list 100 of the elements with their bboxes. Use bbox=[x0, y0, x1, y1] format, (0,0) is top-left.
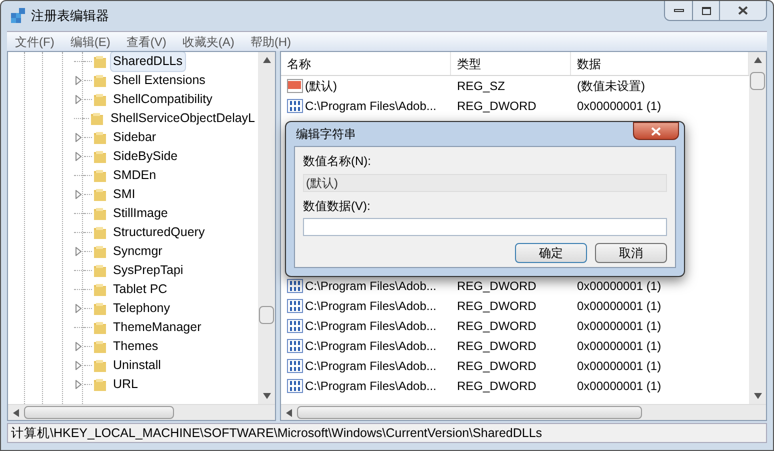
tree-item[interactable]: Syncmgr bbox=[110, 241, 166, 262]
folder-icon bbox=[92, 130, 108, 146]
column-header[interactable]: 类型 bbox=[451, 52, 571, 75]
expand-arrow-icon[interactable] bbox=[74, 76, 84, 85]
binary-value-icon bbox=[287, 298, 303, 314]
tree-item[interactable]: SharedDLLs bbox=[110, 52, 186, 72]
close-button[interactable] bbox=[633, 122, 679, 140]
expand-arrow-icon[interactable] bbox=[74, 304, 84, 313]
value-type: REG_DWORD bbox=[456, 378, 538, 395]
tree-item[interactable]: StructuredQuery bbox=[110, 222, 208, 243]
vertical-scrollbar[interactable] bbox=[749, 52, 766, 404]
value-name: C:\Program Files\Adob... bbox=[305, 278, 436, 295]
tree-item[interactable]: Tablet PC bbox=[110, 279, 170, 300]
tree-item[interactable]: URL bbox=[110, 374, 142, 395]
folder-icon bbox=[92, 338, 108, 354]
value-data: 0x00000001 (1) bbox=[576, 358, 662, 375]
expand-arrow-icon[interactable] bbox=[74, 380, 84, 389]
data-input-field[interactable] bbox=[303, 218, 667, 236]
value-data: (数值未设置) bbox=[576, 78, 645, 95]
folder-icon bbox=[92, 92, 108, 108]
value-name: C:\Program Files\Adob... bbox=[305, 378, 436, 395]
value-name: (默认) bbox=[305, 78, 337, 95]
value-data: 0x00000001 (1) bbox=[576, 378, 662, 395]
binary-value-icon bbox=[287, 378, 303, 394]
menu-item[interactable]: 文件(F) bbox=[7, 32, 62, 50]
scroll-arrow-icon[interactable] bbox=[754, 392, 762, 400]
expand-arrow-icon[interactable] bbox=[74, 133, 84, 142]
value-name: C:\Program Files\Adob... bbox=[305, 298, 436, 315]
expand-arrow-icon[interactable] bbox=[74, 361, 84, 370]
value-name: C:\Program Files\Adob... bbox=[305, 338, 436, 355]
binary-value-icon bbox=[287, 358, 303, 374]
status-path: 计算机\HKEY_LOCAL_MACHINE\SOFTWARE\Microsoft\Windows\CurrentVersion\SharedDLLs bbox=[10, 424, 542, 442]
minimize-button[interactable] bbox=[665, 1, 693, 20]
expand-arrow-icon[interactable] bbox=[74, 190, 84, 199]
tree-item[interactable]: ShellServiceObjectDelayL bbox=[107, 108, 258, 129]
scroll-arrow-icon[interactable] bbox=[754, 56, 762, 64]
column-header[interactable]: 名称 bbox=[281, 52, 451, 75]
binary-value-icon bbox=[287, 318, 303, 334]
folder-icon bbox=[92, 300, 108, 316]
vertical-scrollbar[interactable] bbox=[258, 52, 275, 404]
folder-icon bbox=[92, 376, 108, 392]
tree-item[interactable]: ShellCompatibility bbox=[110, 89, 216, 110]
folder-icon bbox=[92, 186, 108, 202]
close-button[interactable] bbox=[720, 1, 766, 20]
horizontal-scrollbar[interactable] bbox=[8, 404, 275, 420]
folder-icon bbox=[92, 282, 108, 298]
tree-item[interactable]: Telephony bbox=[110, 298, 173, 319]
folder-icon bbox=[89, 110, 106, 126]
value-name: C:\Program Files\Adob... bbox=[305, 358, 436, 375]
maximize-button[interactable] bbox=[693, 1, 720, 20]
folder-icon bbox=[92, 262, 108, 278]
value-type: REG_DWORD bbox=[456, 338, 538, 355]
menu-item[interactable]: 编辑(E) bbox=[62, 32, 118, 50]
tree-item[interactable]: ThemeManager bbox=[110, 317, 204, 338]
folder-icon bbox=[92, 72, 108, 88]
expand-arrow-icon[interactable] bbox=[74, 247, 84, 256]
value-data: 0x00000001 (1) bbox=[576, 98, 662, 115]
scroll-arrow-icon[interactable] bbox=[262, 56, 270, 64]
name-field: (默认) bbox=[303, 174, 667, 192]
tree-item[interactable]: Sidebar bbox=[110, 127, 160, 148]
tree-item[interactable]: StillImage bbox=[110, 203, 171, 224]
folder-icon bbox=[92, 206, 108, 222]
menu-item[interactable]: 收藏夹(A) bbox=[174, 32, 242, 50]
folder-icon bbox=[92, 320, 108, 336]
tree-item[interactable]: Themes bbox=[110, 336, 162, 357]
tree-item[interactable]: SMDEn bbox=[110, 165, 160, 186]
tree-item[interactable]: Shell Extensions bbox=[110, 70, 208, 91]
horizontal-scrollbar[interactable] bbox=[281, 404, 766, 420]
expand-arrow-icon[interactable] bbox=[74, 95, 84, 104]
scroll-arrow-icon[interactable] bbox=[285, 408, 293, 416]
folder-icon bbox=[92, 148, 108, 164]
registry-icon bbox=[9, 7, 27, 25]
folder-icon bbox=[92, 244, 108, 260]
value-type: REG_DWORD bbox=[456, 98, 538, 115]
tree-item[interactable]: SMI bbox=[110, 184, 138, 205]
value-type: REG_DWORD bbox=[456, 298, 538, 315]
menu-item[interactable]: 帮助(H) bbox=[242, 32, 299, 50]
folder-icon bbox=[92, 54, 108, 70]
tree-item[interactable]: SideBySide bbox=[110, 146, 181, 167]
scroll-thumb[interactable] bbox=[259, 306, 274, 324]
expand-arrow-icon[interactable] bbox=[74, 152, 84, 161]
tree-item[interactable]: Uninstall bbox=[110, 355, 164, 376]
tree-item[interactable]: SysPrepTapi bbox=[110, 260, 186, 281]
value-name: C:\Program Files\Adob... bbox=[305, 98, 436, 115]
folder-icon bbox=[92, 358, 108, 374]
binary-value-icon bbox=[287, 338, 303, 354]
scroll-arrow-icon[interactable] bbox=[262, 392, 270, 400]
ok-button[interactable]: 确定 bbox=[515, 243, 587, 263]
window-title: 注册表编辑器 bbox=[31, 7, 109, 26]
value-type: REG_DWORD bbox=[456, 278, 538, 295]
close-icon bbox=[651, 126, 661, 136]
value-type: REG_SZ bbox=[456, 78, 506, 95]
scroll-thumb[interactable] bbox=[750, 72, 765, 90]
scroll-arrow-icon[interactable] bbox=[12, 408, 20, 416]
cancel-button[interactable]: 取消 bbox=[595, 243, 667, 263]
close-icon bbox=[738, 6, 748, 15]
menu-item[interactable]: 查看(V) bbox=[118, 32, 174, 50]
expand-arrow-icon[interactable] bbox=[74, 342, 84, 351]
field-label: 数值数据(V): bbox=[303, 198, 372, 215]
folder-icon bbox=[92, 168, 108, 184]
